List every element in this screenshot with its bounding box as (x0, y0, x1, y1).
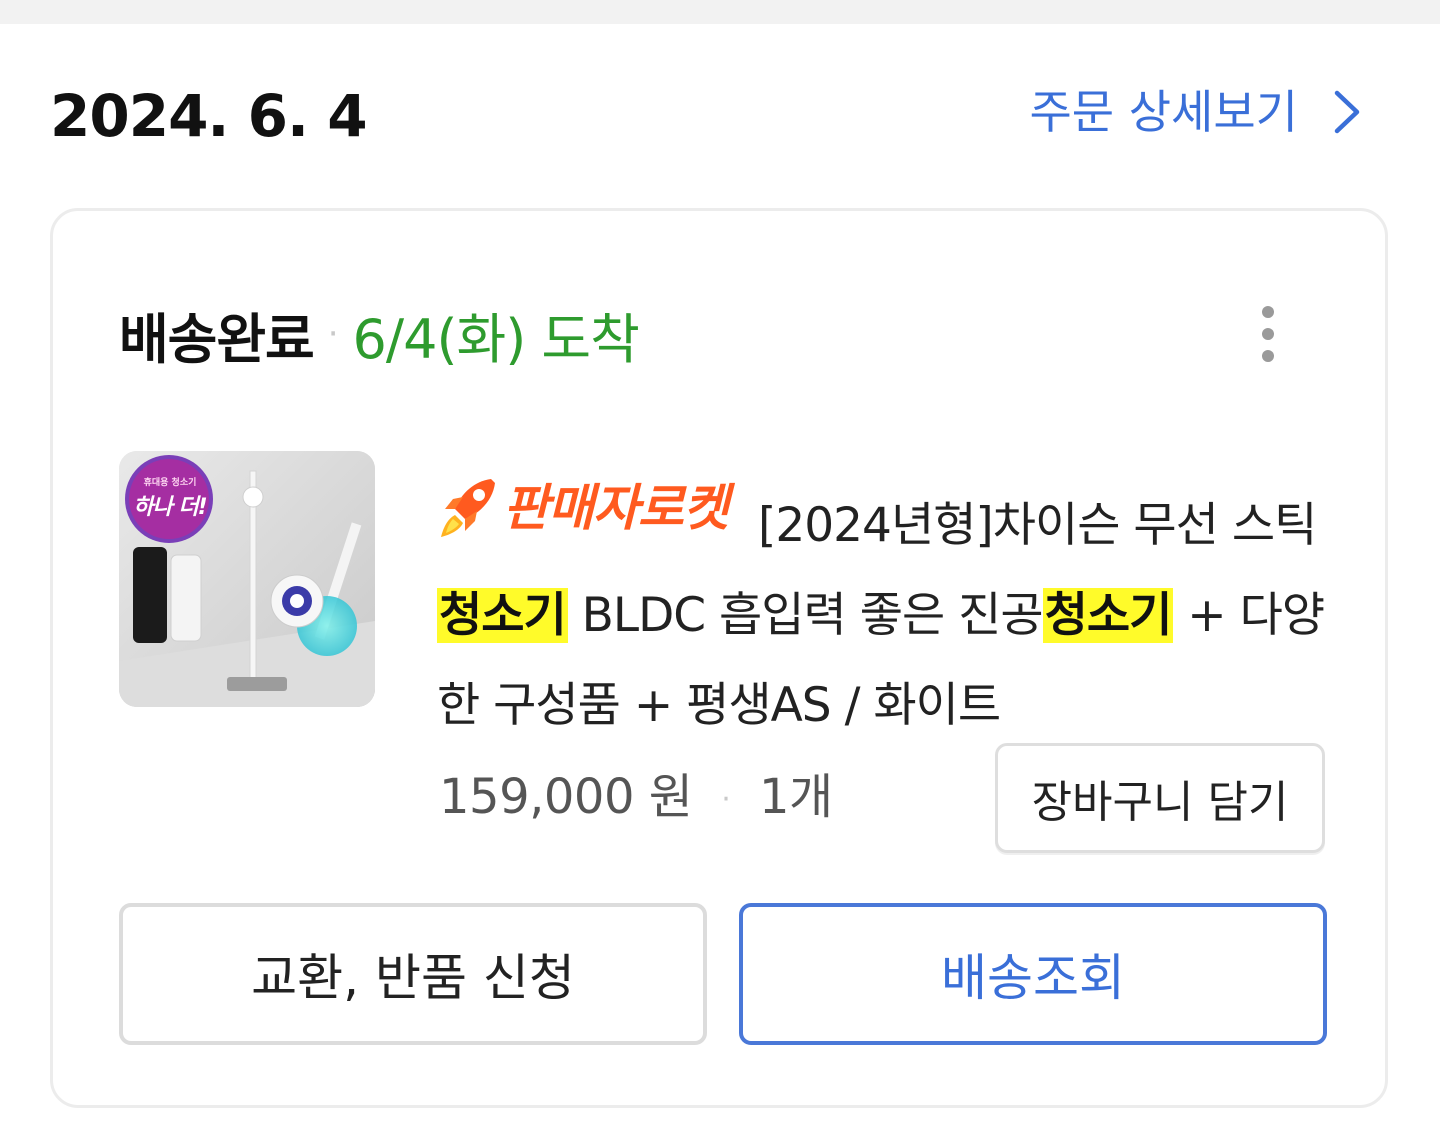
thumbnail-caption-top: 휴대용 청소기 (143, 478, 197, 488)
product-title-part2: BLDC 흡입력 좋은 진공 (567, 588, 1044, 643)
top-band (0, 0, 1440, 24)
order-detail-link[interactable]: 주문 상세보기 (1029, 76, 1362, 148)
price-quantity-row: 159,000 원 · 1개 (439, 767, 833, 830)
price-separator: · (721, 782, 731, 817)
keyword-highlight: 청소기 (1042, 588, 1174, 643)
product-quantity: 1개 (759, 769, 833, 825)
status-separator: · (327, 314, 339, 354)
delivery-status-row: 배송완료 · 6/4(화) 도착 (119, 299, 640, 371)
rocket-icon (441, 479, 495, 537)
delivery-status: 배송완료 (119, 307, 315, 371)
track-delivery-button[interactable]: 배송조회 (739, 903, 1327, 1045)
thumbnail-caption-main: 하나 더! (133, 495, 207, 520)
product-title-part1: [2024년형]차이슨 무선 스틱 (758, 498, 1317, 553)
product-title[interactable]: 판매자로켓 [2024년형]차이슨 무선 스틱 청소기 BLDC 흡입력 좋은 … (437, 463, 1337, 751)
kebab-menu-icon[interactable] (1253, 303, 1283, 367)
order-card: 배송완료 · 6/4(화) 도착 휴대용 청소기 하나 더! 판매자로켓 [20… (50, 208, 1388, 1108)
order-detail-label: 주문 상세보기 (1029, 85, 1298, 139)
arrival-date: 6/4(화) 도착 (352, 307, 640, 371)
exchange-return-button[interactable]: 교환, 반품 신청 (119, 903, 707, 1045)
add-to-cart-button[interactable]: 장바구니 담기 (995, 743, 1325, 853)
seller-rocket-label: 판매자로켓 (503, 479, 729, 537)
keyword-highlight: 청소기 (437, 588, 568, 643)
seller-rocket-badge: 판매자로켓 (437, 463, 729, 553)
order-date: 2024. 6. 4 (50, 82, 368, 150)
product-thumbnail[interactable]: 휴대용 청소기 하나 더! (119, 451, 375, 707)
chevron-right-icon (1334, 90, 1360, 134)
product-price: 159,000 원 (439, 769, 693, 825)
